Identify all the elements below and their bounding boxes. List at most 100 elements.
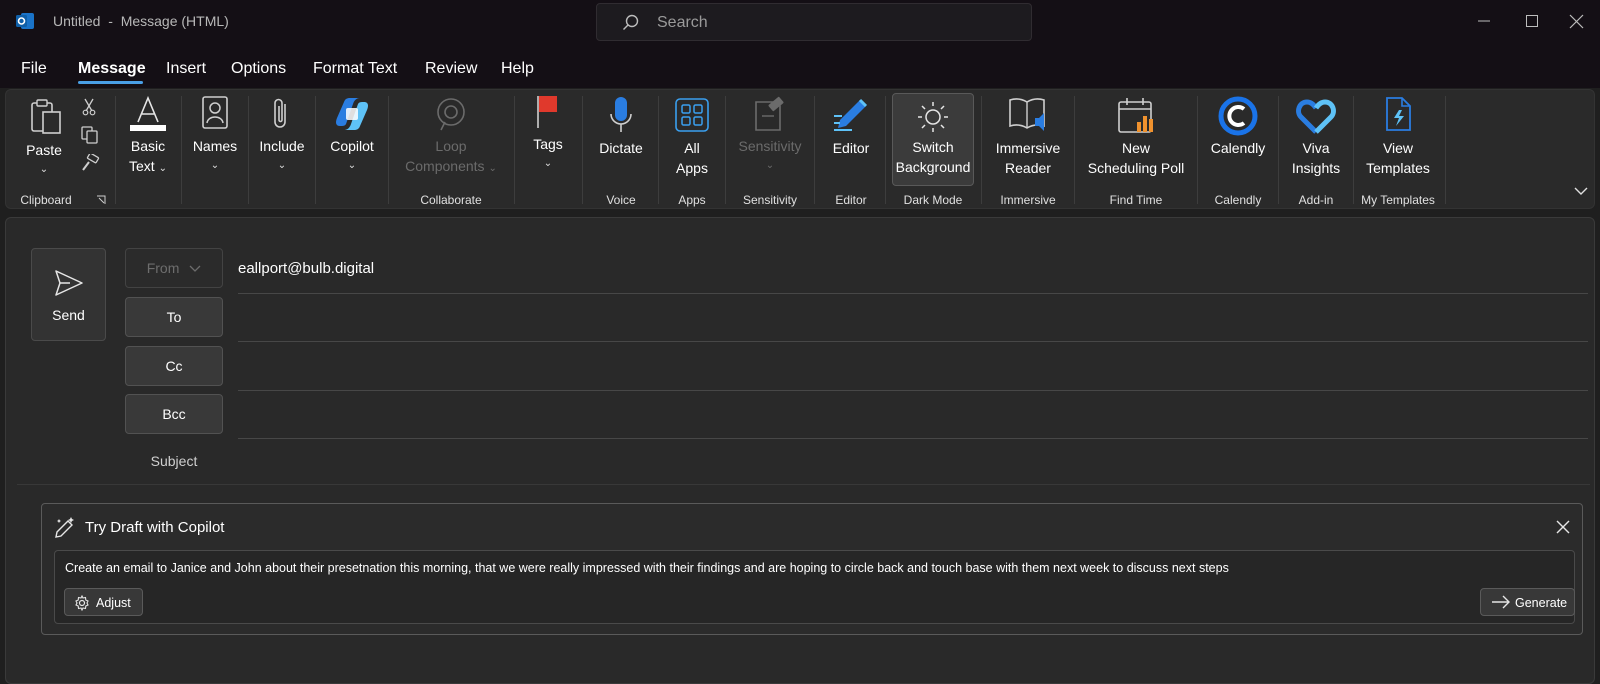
loop-components-button[interactable]: Loop Components ⌄: [391, 94, 511, 186]
tab-help[interactable]: Help: [501, 60, 534, 78]
group-label-calendly: Calendly: [1214, 193, 1262, 207]
divider: [725, 96, 726, 204]
sensitivity-icon: [755, 96, 784, 131]
tab-format-text[interactable]: Format Text: [313, 60, 397, 78]
arrow-right-icon: [1492, 595, 1510, 609]
sensitivity-button[interactable]: Sensitivity ⌄: [728, 94, 812, 186]
calendly-button[interactable]: Calendly: [1200, 94, 1276, 186]
divider: [315, 96, 316, 204]
chevron-down-icon: ⌄: [488, 163, 497, 174]
loop-label-1: Loop: [435, 138, 467, 154]
tags-label: Tags: [533, 136, 563, 152]
divider: [885, 96, 886, 204]
adjust-button[interactable]: Adjust: [64, 588, 143, 616]
scheduling-poll-label-1: New: [1121, 140, 1150, 156]
immersive-reader-button[interactable]: Immersive Reader: [984, 94, 1072, 186]
search-placeholder: Search: [657, 14, 708, 31]
to-button[interactable]: To: [125, 297, 223, 337]
from-underline: [238, 293, 1588, 294]
search-icon: [623, 14, 639, 30]
bcc-field[interactable]: [238, 438, 1588, 439]
divider: [981, 96, 982, 204]
scheduling-poll-label-2: Scheduling Poll: [1087, 160, 1185, 176]
minimize-icon: [1478, 20, 1490, 22]
view-templates-button[interactable]: View Templates: [1356, 94, 1440, 186]
send-icon: [55, 270, 83, 296]
menu-bar: File Message Insert Options Format Text …: [0, 42, 1600, 88]
window-title: Untitled - Message (HTML): [53, 13, 229, 29]
copilot-pen-sparkle-icon: [55, 517, 74, 538]
chevron-down-icon: ⌄: [158, 163, 167, 174]
group-label-my-templates: My Templates: [1361, 193, 1435, 207]
all-apps-label-1: All: [684, 140, 700, 156]
divider: [814, 96, 815, 204]
include-button[interactable]: Include ⌄: [251, 94, 313, 186]
bcc-button[interactable]: Bcc: [125, 394, 223, 434]
search-box[interactable]: Search: [596, 3, 1032, 41]
loop-label-2: Components: [405, 158, 485, 174]
basic-text-button[interactable]: Basic Text ⌄: [119, 94, 177, 186]
scheduling-poll-button[interactable]: New Scheduling Poll: [1077, 94, 1195, 186]
tab-options[interactable]: Options: [231, 60, 286, 78]
generate-button[interactable]: Generate: [1480, 588, 1575, 616]
divider: [388, 96, 389, 204]
from-button[interactable]: From: [125, 248, 223, 288]
switch-background-label-1: Switch: [912, 139, 954, 155]
tab-message[interactable]: Message: [78, 60, 146, 78]
group-label-find-time: Find Time: [1109, 193, 1163, 207]
ribbon: Paste ⌄ Clipboard Basic Text ⌄ Names ⌄ I…: [5, 89, 1595, 209]
paste-icon: [31, 99, 61, 134]
dictate-button[interactable]: Dictate: [586, 94, 656, 186]
tab-file[interactable]: File: [21, 60, 47, 78]
cc-field[interactable]: [238, 390, 1588, 391]
tags-button[interactable]: Tags ⌄: [518, 94, 578, 186]
subject-label: Subject: [150, 453, 198, 469]
to-field[interactable]: [238, 341, 1588, 342]
dialog-launcher-icon[interactable]: [96, 195, 106, 205]
outlook-logo-icon: [16, 13, 34, 29]
apps-grid-icon: [675, 98, 709, 132]
group-label-clipboard: Clipboard: [20, 193, 72, 207]
divider: [115, 96, 116, 204]
view-templates-label-2: Templates: [1366, 160, 1430, 176]
immersive-reader-label-1: Immersive: [995, 140, 1061, 156]
divider: [1445, 96, 1446, 204]
format-painter-icon[interactable]: [80, 154, 100, 172]
sensitivity-label: Sensitivity: [738, 138, 802, 154]
gear-icon: [75, 595, 89, 611]
cut-icon[interactable]: [82, 98, 96, 116]
send-label: Send: [52, 307, 85, 323]
copilot-label: Copilot: [330, 138, 374, 154]
address-book-icon: [202, 96, 228, 129]
ribbon-expand-chevron-icon[interactable]: [1574, 186, 1588, 196]
group-label-voice: Voice: [606, 193, 636, 207]
immersive-reader-label-2: Reader: [1005, 160, 1051, 176]
flag-icon: [537, 96, 557, 128]
close-window-button[interactable]: [1554, 0, 1600, 42]
immersive-reader-icon: [1009, 98, 1045, 131]
switch-background-button[interactable]: Switch Background: [892, 93, 974, 186]
copilot-icon: [336, 98, 368, 130]
copy-icon[interactable]: [81, 126, 99, 144]
send-button[interactable]: Send: [31, 248, 106, 341]
group-label-dark-mode: Dark Mode: [903, 193, 963, 207]
divider: [582, 96, 583, 204]
editor-button[interactable]: Editor: [818, 94, 884, 186]
divider: [658, 96, 659, 204]
viva-insights-button[interactable]: Viva Insights: [1281, 94, 1351, 186]
minimize-button[interactable]: [1462, 0, 1508, 42]
maximize-icon: [1526, 15, 1538, 27]
copilot-button[interactable]: Copilot ⌄: [318, 94, 386, 186]
include-label: Include: [259, 138, 305, 154]
tab-review[interactable]: Review: [425, 60, 477, 78]
copilot-prompt-text: Create an email to Janice and John about…: [65, 561, 1229, 575]
close-icon[interactable]: [1555, 519, 1571, 535]
all-apps-button[interactable]: All Apps: [661, 94, 723, 186]
group-label-collaborate: Collaborate: [420, 193, 482, 207]
names-button[interactable]: Names ⌄: [184, 94, 246, 186]
generate-label: Generate: [1515, 596, 1568, 610]
tab-insert[interactable]: Insert: [166, 60, 206, 78]
maximize-button[interactable]: [1510, 0, 1556, 42]
paste-button[interactable]: Paste ⌄: [16, 96, 72, 186]
cc-button[interactable]: Cc: [125, 346, 223, 386]
